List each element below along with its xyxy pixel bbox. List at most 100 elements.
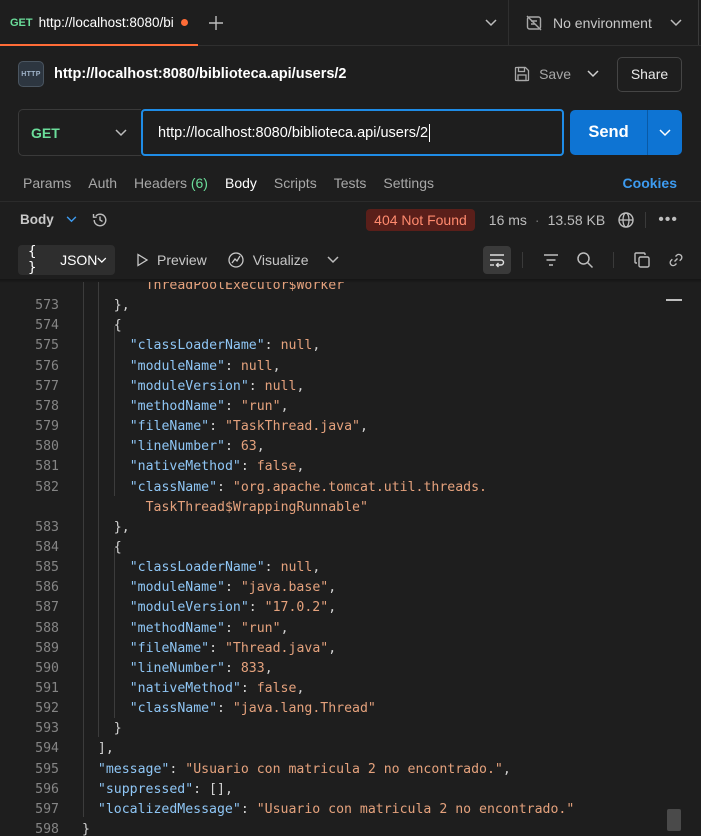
code-token: ,	[328, 600, 337, 616]
code-token: :	[224, 660, 241, 676]
code-token: :	[169, 761, 186, 777]
response-body-editor[interactable]: ThreadPoolExecutor$Worker 573}, 574{575 "cl…	[0, 282, 701, 836]
method-select[interactable]: GET	[18, 109, 141, 156]
line-number: 573	[35, 298, 59, 314]
send-button[interactable]: Send	[570, 110, 647, 155]
code-token: "lineNumber"	[129, 660, 225, 676]
code-token: ,	[328, 640, 337, 656]
code-token: ],	[97, 741, 114, 757]
more-options-icon[interactable]: •••	[658, 211, 678, 229]
code-token: "className"	[129, 701, 218, 717]
http-icon: HTTP	[18, 61, 44, 87]
url-input[interactable]: http://localhost:8080/biblioteca.api/use…	[141, 109, 564, 156]
line-number: 594	[35, 741, 59, 757]
request-name[interactable]: http://localhost:8080/biblioteca.api/use…	[54, 66, 513, 82]
line-number: 593	[35, 721, 59, 737]
line-number: 584	[35, 539, 59, 555]
scrollbar-thumb[interactable]	[667, 809, 681, 831]
visualize-icon	[228, 252, 244, 268]
cookies-link[interactable]: Cookies	[623, 175, 677, 191]
request-tab[interactable]: GET http://localhost:8080/bi	[0, 0, 198, 46]
tabs-overflow-button[interactable]	[474, 0, 508, 45]
tab-settings[interactable]: Settings	[383, 175, 434, 191]
code-token: :	[224, 620, 241, 636]
line-number: 575	[35, 338, 59, 354]
format-select[interactable]: { } JSON	[18, 244, 115, 276]
code-text: "lineNumber": 63,	[130, 437, 265, 457]
tab-method-label: GET	[10, 16, 33, 29]
wrap-lines-icon	[490, 254, 505, 268]
globe-icon[interactable]	[617, 211, 635, 229]
environment-select[interactable]: No environment	[508, 0, 698, 45]
url-text: http://localhost:8080/biblioteca.api/use…	[158, 124, 429, 141]
tab-headers[interactable]: Headers (6)	[134, 175, 208, 191]
code-token: :	[224, 439, 241, 455]
text-caret	[429, 123, 431, 142]
tab-scripts[interactable]: Scripts	[274, 175, 317, 191]
code-line: 595 "message": "Usuario con matricula 2 n…	[0, 760, 660, 780]
code-token: "nativeMethod"	[129, 681, 241, 696]
code-text: "fileName": "TaskThread.java",	[130, 417, 368, 437]
send-options-button[interactable]	[647, 110, 682, 155]
preview-label: Preview	[157, 252, 207, 268]
search-button[interactable]	[576, 251, 594, 269]
code-token: null	[264, 378, 297, 394]
line-number: 574	[35, 318, 59, 334]
chevron-down-icon	[670, 18, 682, 26]
code-text: "moduleName": null,	[130, 357, 281, 377]
preview-button[interactable]: Preview	[135, 252, 207, 268]
chevron-down-icon	[485, 18, 497, 26]
visualize-button[interactable]: Visualize	[227, 251, 309, 269]
chevron-down-icon[interactable]	[327, 256, 339, 264]
code-token: false	[256, 459, 297, 475]
code-token: :	[264, 338, 281, 354]
line-number: 588	[35, 620, 59, 636]
filter-button[interactable]	[542, 252, 560, 268]
code-text: TaskThread$WrappingRunnable"	[146, 498, 368, 518]
indent-guide	[114, 548, 116, 718]
code-token: "TaskThread.java"	[224, 419, 360, 435]
code-token: ,	[296, 378, 305, 394]
response-body-label[interactable]: Body	[20, 212, 54, 227]
code-token: :	[248, 378, 265, 394]
save-options-button[interactable]	[579, 70, 607, 78]
code-token: "fileName"	[129, 640, 210, 656]
response-size[interactable]: 13.58 KB	[548, 212, 606, 228]
code-token: ,	[256, 439, 265, 455]
code-text: "nativeMethod": false,	[130, 457, 305, 477]
code-token: "java.lang.Thread"	[232, 701, 376, 717]
history-icon[interactable]	[91, 211, 109, 229]
search-icon	[577, 252, 594, 269]
code-token: "moduleName"	[129, 580, 225, 596]
code-token: :	[224, 398, 241, 414]
code-token: :	[224, 580, 241, 596]
tab-tests[interactable]: Tests	[334, 175, 367, 191]
tab-params[interactable]: Params	[23, 175, 71, 191]
save-icon	[514, 66, 530, 82]
line-number: 596	[35, 781, 59, 797]
unsaved-dot-icon	[180, 19, 188, 26]
share-button[interactable]: Share	[617, 56, 682, 92]
new-tab-button[interactable]	[198, 0, 234, 45]
chevron-down-icon[interactable]	[66, 216, 77, 223]
save-button[interactable]: Save	[513, 65, 571, 83]
code-token: ,	[312, 560, 321, 576]
code-text: },	[114, 518, 130, 538]
code-token: ,	[312, 338, 321, 354]
code-token: }	[82, 822, 90, 836]
tab-auth[interactable]: Auth	[88, 175, 117, 191]
copy-button[interactable]	[633, 251, 651, 269]
copy-icon	[634, 252, 650, 268]
line-number: 576	[35, 358, 59, 374]
tab-body[interactable]: Body	[225, 175, 257, 191]
line-number: 579	[35, 419, 59, 435]
status-badge[interactable]: 404 Not Found	[366, 208, 475, 231]
code-token: ,	[296, 459, 305, 475]
line-number: 577	[35, 378, 59, 394]
wrap-lines-button[interactable]	[483, 246, 511, 274]
line-number: 586	[35, 580, 59, 596]
link-button[interactable]	[667, 251, 685, 269]
response-time[interactable]: 16 ms	[489, 212, 527, 228]
code-token: "org.apache.tomcat.util.threads.	[232, 479, 487, 495]
line-number: 582	[35, 479, 59, 495]
